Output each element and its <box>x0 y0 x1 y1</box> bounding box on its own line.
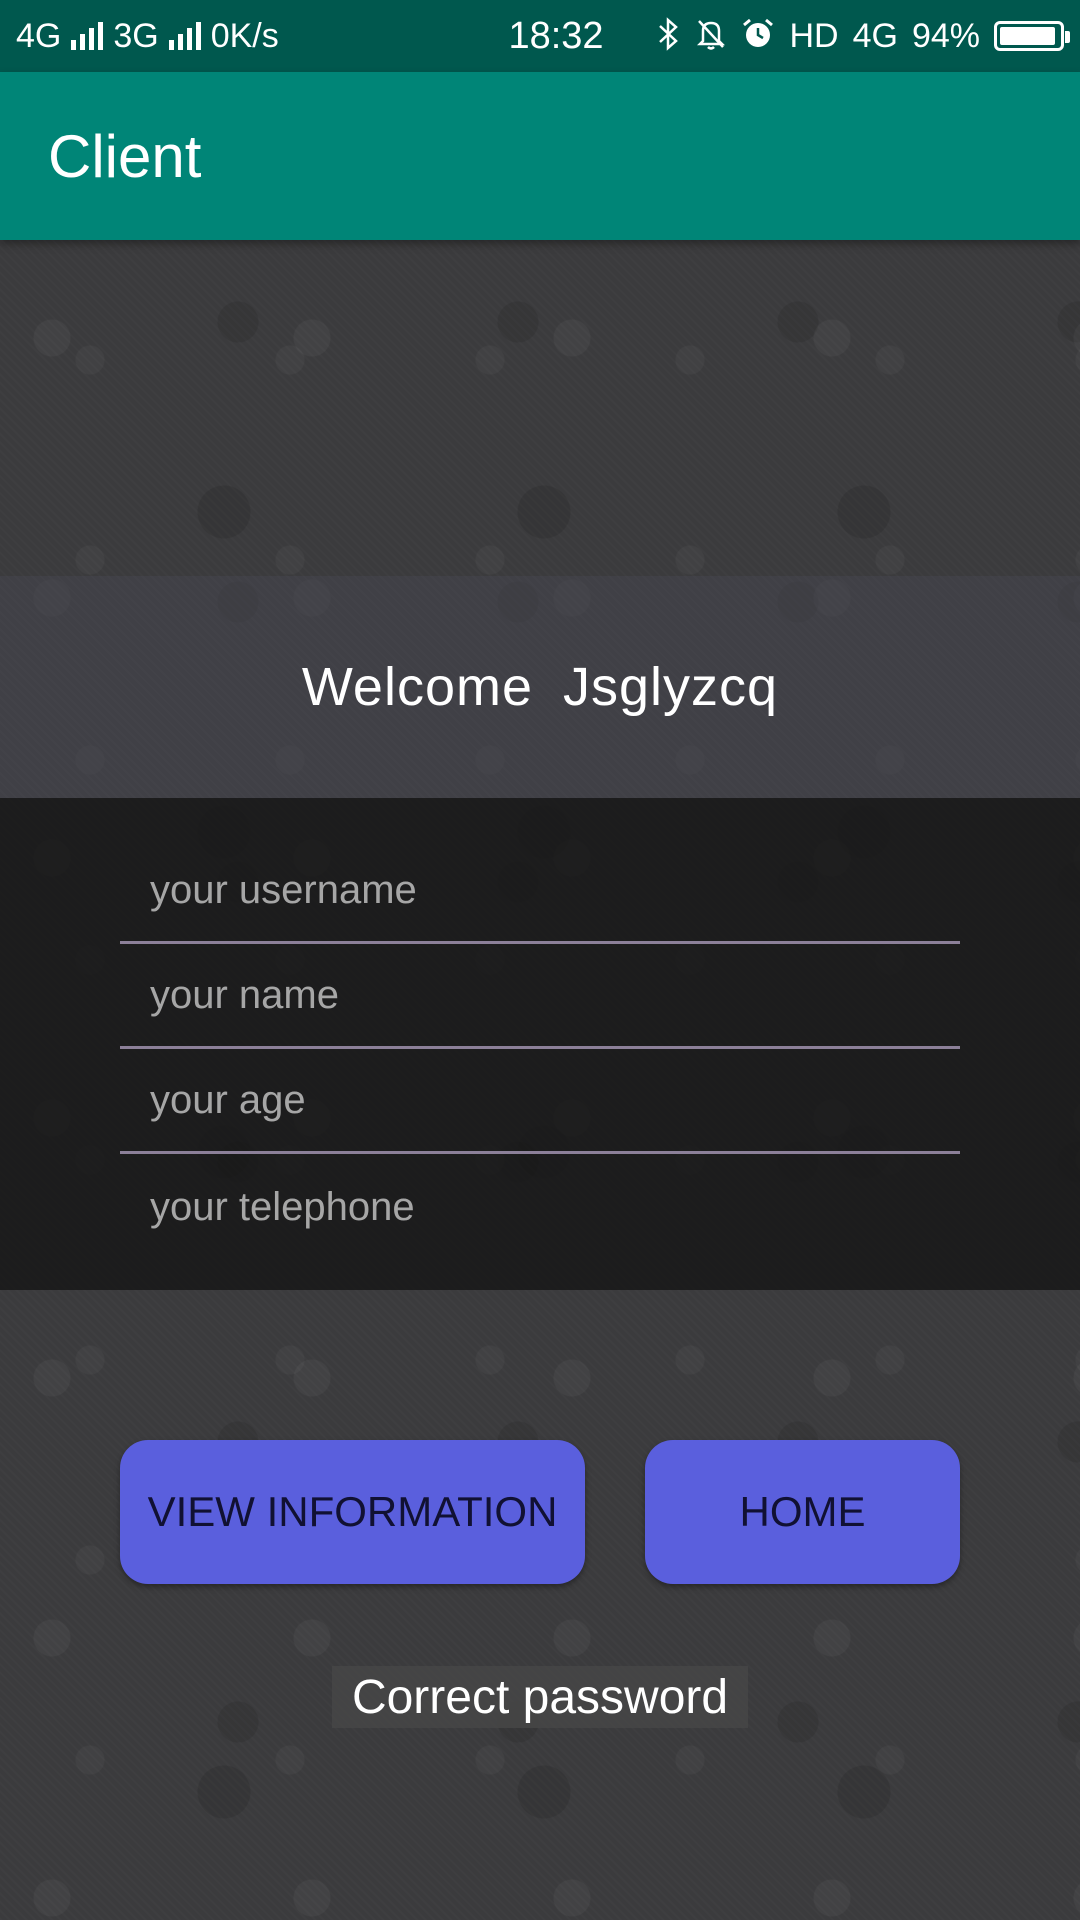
battery-icon <box>994 21 1070 51</box>
telephone-field[interactable] <box>120 1155 960 1259</box>
status-bar-right: HD 4G 94% <box>636 16 1070 56</box>
profile-form <box>0 798 1080 1290</box>
status-bar: 4G 3G 0K/s 18:32 HD 4G 94% <box>0 0 1080 72</box>
network-type-3: 4G <box>852 16 898 55</box>
battery-percent: 94% <box>911 16 980 55</box>
username-field[interactable] <box>120 840 960 941</box>
home-button[interactable]: HOME <box>645 1440 960 1584</box>
alarm-icon <box>741 17 775 56</box>
welcome-username: Jsglyzcq <box>563 657 779 717</box>
notifications-off-icon <box>695 17 727 56</box>
name-field[interactable] <box>120 945 960 1046</box>
app-title: Client <box>48 122 202 190</box>
view-information-button[interactable]: VIEW INFORMATION <box>120 1440 585 1584</box>
clock: 18:32 <box>508 14 604 57</box>
age-field[interactable] <box>120 1050 960 1151</box>
telephone-field-wrapper <box>120 1155 960 1259</box>
welcome-text: Welcome Jsglyzcq <box>302 656 778 718</box>
status-toast: Correct password <box>332 1666 748 1728</box>
bluetooth-icon <box>657 16 681 56</box>
signal-strength-icon-2 <box>168 22 201 50</box>
age-field-wrapper <box>120 1050 960 1154</box>
network-type-1: 4G <box>16 16 62 55</box>
network-type-2: 3G <box>113 16 159 55</box>
welcome-banner: Welcome Jsglyzcq <box>0 576 1080 798</box>
client-screen: 4G 3G 0K/s 18:32 HD 4G 94% Client Welcom… <box>0 0 1080 1920</box>
battery-level <box>1000 27 1055 45</box>
status-bar-left: 4G 3G 0K/s <box>16 17 476 56</box>
hd-indicator: HD <box>789 16 839 55</box>
app-bar: Client <box>0 72 1080 240</box>
welcome-greeting: Welcome <box>301 657 533 717</box>
username-field-wrapper <box>120 840 960 944</box>
network-speed: 0K/s <box>210 16 279 55</box>
name-field-wrapper <box>120 945 960 1049</box>
signal-strength-icon <box>71 22 104 50</box>
